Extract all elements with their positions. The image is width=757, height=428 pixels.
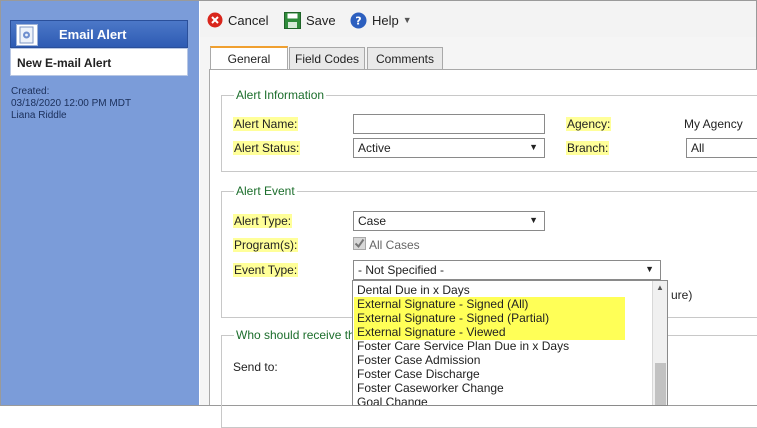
gear-document-icon xyxy=(16,24,38,46)
alert-status-label: Alert Status: xyxy=(233,141,301,155)
alert-type-value: Case xyxy=(358,214,387,228)
event-type-options-list[interactable]: Dental Due in x Days External Signature … xyxy=(352,280,668,406)
sidebar-title: Email Alert xyxy=(59,27,127,42)
branch-value: All xyxy=(691,141,705,155)
sidebar: Email Alert New E-mail Alert Created: 03… xyxy=(1,1,199,405)
options-scrollbar[interactable]: ▲ xyxy=(652,281,667,405)
list-item[interactable]: Foster Case Discharge xyxy=(357,367,480,381)
save-label: Save xyxy=(306,12,336,28)
alert-name-label: Alert Name: xyxy=(233,117,299,131)
trailing-text: ure) xyxy=(671,288,693,302)
event-type-select[interactable]: - Not Specified - ▼ xyxy=(353,260,661,280)
list-item[interactable]: External Signature - Signed (All) xyxy=(357,297,528,311)
cancel-icon xyxy=(207,12,223,28)
agency-label: Agency: xyxy=(566,117,612,131)
toolbar: Cancel Save ? Help ▼ xyxy=(200,1,756,37)
sidebar-header: Email Alert xyxy=(10,20,188,48)
svg-text:?: ? xyxy=(355,14,361,27)
dropdown-arrow-icon: ▼ xyxy=(645,264,654,274)
scrollbar-thumb[interactable] xyxy=(655,363,666,405)
alert-status-select[interactable]: Active ▼ xyxy=(353,138,545,158)
branch-label: Branch: xyxy=(566,141,610,155)
sidebar-subtitle: New E-mail Alert xyxy=(10,48,188,76)
event-type-value: - Not Specified - xyxy=(358,263,445,277)
help-button[interactable]: ? Help ▼ xyxy=(350,11,412,29)
branch-select[interactable]: All xyxy=(686,138,757,158)
list-item[interactable]: Foster Caseworker Change xyxy=(357,381,504,395)
alert-type-label: Alert Type: xyxy=(233,214,293,228)
cancel-label: Cancel xyxy=(228,12,269,28)
list-item[interactable]: External Signature - Viewed xyxy=(357,325,506,339)
list-item[interactable]: Goal Change xyxy=(357,395,428,405)
alert-status-value: Active xyxy=(358,141,391,155)
checkmark-icon xyxy=(354,238,365,249)
alert-event-legend: Alert Event xyxy=(236,184,295,198)
cancel-button[interactable]: Cancel xyxy=(207,11,268,29)
send-to-label: Send to: xyxy=(233,360,278,374)
chevron-down-icon: ▼ xyxy=(402,15,412,25)
alert-information-legend: Alert Information xyxy=(236,88,325,102)
tab-field-codes-label: Field Codes xyxy=(294,52,360,66)
alert-type-select[interactable]: Case ▼ xyxy=(353,211,545,231)
all-cases-checkbox[interactable] xyxy=(353,237,366,250)
all-cases-label: All Cases xyxy=(369,238,420,252)
scroll-up-icon[interactable]: ▲ xyxy=(656,283,664,292)
save-button[interactable]: Save xyxy=(284,11,336,29)
created-value: 03/18/2020 12:00 PM MDT xyxy=(11,98,132,109)
tab-comments[interactable]: Comments xyxy=(367,47,443,70)
save-icon xyxy=(284,11,301,29)
list-item[interactable]: Dental Due in x Days xyxy=(357,283,470,297)
list-item[interactable]: External Signature - Signed (Partial) xyxy=(357,311,549,325)
tab-field-codes[interactable]: Field Codes xyxy=(289,47,365,70)
tab-general-label: General xyxy=(227,52,271,66)
dropdown-arrow-icon: ▼ xyxy=(529,142,538,152)
help-icon: ? xyxy=(350,12,367,28)
recipients-legend: Who should receive th xyxy=(236,328,355,342)
agency-value: My Agency xyxy=(684,117,743,131)
list-item[interactable]: Foster Care Service Plan Due in x Days xyxy=(357,339,569,353)
event-type-label: Event Type: xyxy=(233,263,299,277)
tab-comments-label: Comments xyxy=(375,52,434,66)
help-label: Help xyxy=(372,12,399,28)
author-name: Liana Riddle xyxy=(11,110,67,121)
programs-label: Program(s): xyxy=(233,238,299,252)
sidebar-meta: Created: 03/18/2020 12:00 PM MDT Liana R… xyxy=(11,86,131,122)
created-label: Created: xyxy=(11,86,50,97)
tab-general[interactable]: General xyxy=(210,46,288,70)
dropdown-arrow-icon: ▼ xyxy=(529,215,538,225)
alert-name-input[interactable] xyxy=(353,114,545,134)
list-item[interactable]: Foster Case Admission xyxy=(357,353,480,367)
